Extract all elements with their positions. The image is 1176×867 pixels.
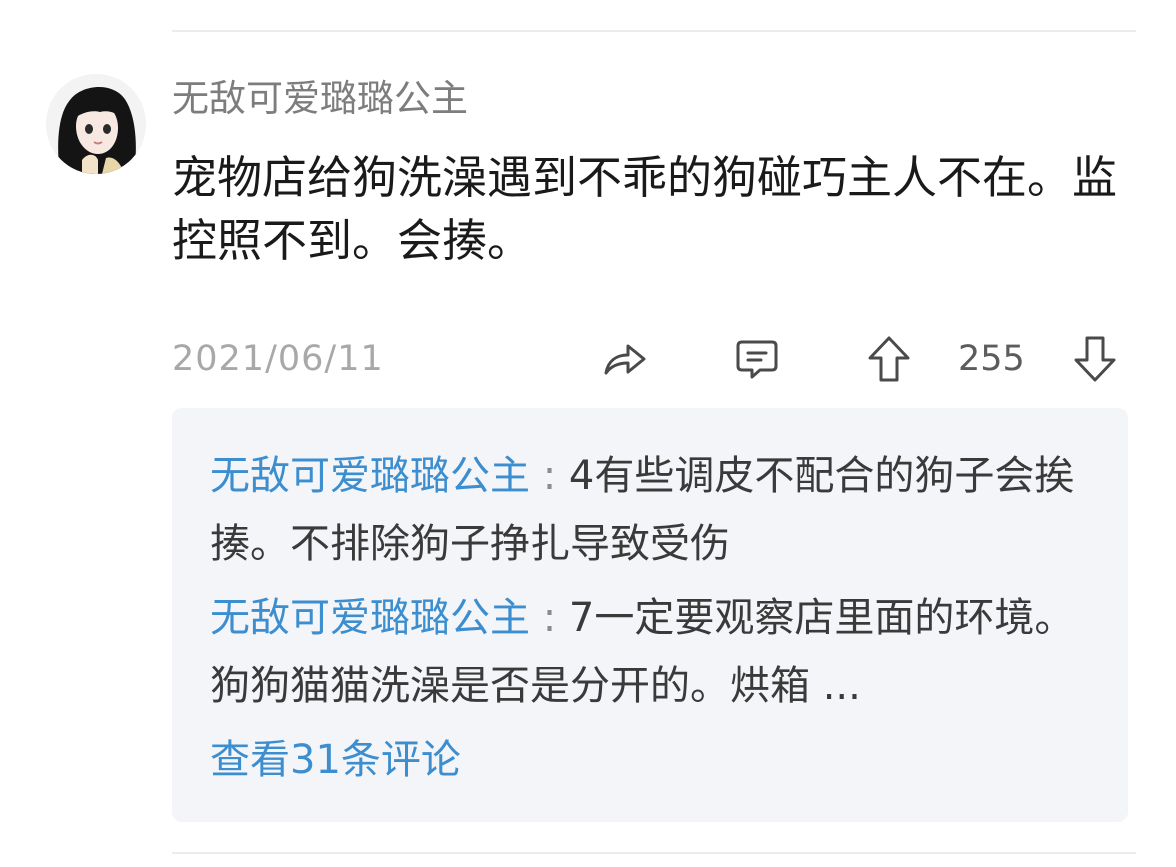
comment-bubble-icon: [736, 340, 778, 379]
upvote-button[interactable]: [862, 332, 916, 386]
comment-button[interactable]: [730, 332, 784, 386]
share-button[interactable]: [598, 332, 652, 386]
view-all-comments-link[interactable]: 查看31条评论: [210, 726, 461, 794]
downvote-button[interactable]: [1068, 332, 1122, 386]
share-arrow-icon: [604, 344, 646, 375]
avatar[interactable]: [46, 74, 146, 174]
comment-meta-row: 2021/06/11 255: [172, 332, 1126, 386]
up-arrow-icon: [868, 336, 910, 382]
reply-separator: :: [530, 595, 569, 641]
vote-count: 255: [958, 339, 1025, 379]
comment-username[interactable]: 无敌可爱璐璐公主: [172, 76, 468, 122]
reply-username[interactable]: 无敌可爱璐璐公主: [210, 453, 530, 499]
avatar-image: [46, 74, 146, 174]
reply-item[interactable]: 无敌可爱璐璐公主 : 7一定要观察店里面的环境。狗狗猫猫洗澡是否是分开的。烘箱 …: [210, 584, 1090, 720]
comment-date: 2021/06/11: [172, 339, 384, 379]
reply-username[interactable]: 无敌可爱璐璐公主: [210, 595, 530, 641]
replies-preview: 无敌可爱璐璐公主 : 4有些调皮不配合的狗子会挨揍。不排除狗子挣扎导致受伤 无敌…: [172, 408, 1128, 822]
down-arrow-icon: [1074, 336, 1116, 382]
comment-body: 宠物店给狗洗澡遇到不乖的狗碰巧主人不在。监控照不到。会揍。: [172, 151, 1118, 267]
top-divider: [172, 30, 1136, 32]
bottom-divider: [172, 852, 1136, 854]
reply-item[interactable]: 无敌可爱璐璐公主 : 4有些调皮不配合的狗子会挨揍。不排除狗子挣扎导致受伤: [210, 442, 1090, 578]
reply-separator: :: [530, 453, 569, 499]
